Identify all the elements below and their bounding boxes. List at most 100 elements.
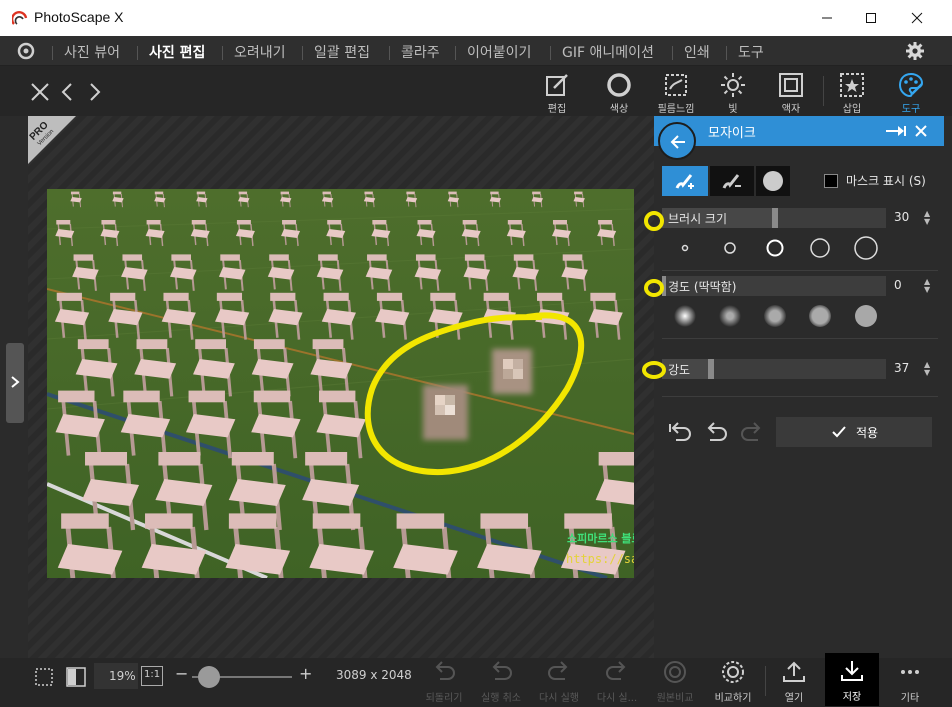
undo-icon bbox=[492, 661, 512, 680]
brush-size-presets[interactable] bbox=[669, 234, 899, 262]
revert-all-icon[interactable] bbox=[668, 422, 692, 442]
redo-all-icon bbox=[606, 661, 626, 680]
action-label: 저장 bbox=[842, 692, 862, 703]
zoom-slider-knob[interactable] bbox=[198, 666, 220, 688]
fill-circle-mode-button[interactable] bbox=[756, 166, 790, 196]
zoom-value: 19% bbox=[109, 669, 136, 683]
toolbar-separator bbox=[823, 76, 824, 106]
upload-open-icon bbox=[783, 661, 805, 682]
compare-original-button: 원본비교 bbox=[648, 660, 702, 704]
zoom-in-button[interactable]: + bbox=[299, 664, 312, 683]
mask-checkbox[interactable] bbox=[824, 174, 838, 188]
strength-value[interactable]: 37 bbox=[894, 361, 909, 375]
compare-button[interactable]: 비교하기 bbox=[706, 660, 760, 704]
hardness-presets[interactable] bbox=[669, 302, 899, 330]
zoom-field[interactable]: 19% bbox=[94, 663, 138, 689]
close-panel-icon[interactable] bbox=[914, 124, 928, 138]
menu-separator bbox=[302, 46, 303, 60]
settings-gear-icon[interactable] bbox=[905, 41, 925, 61]
undo-icon[interactable] bbox=[704, 422, 728, 442]
previous-photo-icon[interactable] bbox=[60, 82, 74, 102]
minimize-button[interactable] bbox=[804, 0, 850, 36]
editor-toolbar: 편집 색상 필름느낌 빛 액자 삽입 도구 bbox=[0, 66, 952, 116]
pro-version-badge: PRO Version bbox=[28, 116, 76, 164]
menu-separator bbox=[550, 46, 551, 60]
tool-frame[interactable]: 액자 bbox=[767, 70, 815, 115]
menu-gif-animation[interactable]: GIF 애니메이션 bbox=[562, 42, 654, 62]
brush-size-slider[interactable]: 브러시 크기 bbox=[662, 208, 886, 228]
download-save-icon bbox=[841, 661, 863, 681]
open-button[interactable]: 열기 bbox=[767, 660, 821, 704]
action-label: 다시 실행 bbox=[539, 693, 579, 704]
revert-icon bbox=[435, 661, 455, 680]
maximize-button[interactable] bbox=[848, 0, 894, 36]
menu-tools[interactable]: 도구 bbox=[738, 42, 764, 62]
strength-slider[interactable]: 강도 bbox=[662, 359, 886, 379]
tool-light[interactable]: 빛 bbox=[709, 70, 757, 115]
save-button[interactable]: 저장 bbox=[825, 653, 879, 706]
revert-button: 되돌리기 bbox=[417, 660, 471, 704]
brush-size-spinner[interactable]: ▲ ▼ bbox=[924, 210, 930, 226]
hardness-slider[interactable]: 경도 (딱딱함) bbox=[662, 276, 886, 296]
slider-knob[interactable] bbox=[708, 359, 714, 379]
brush-size-value[interactable]: 30 bbox=[894, 210, 909, 224]
apply-button[interactable]: 적용 bbox=[776, 417, 932, 447]
menu-photo-editor[interactable]: 사진 편집 bbox=[149, 42, 205, 62]
hardness-spinner[interactable]: ▲ ▼ bbox=[924, 278, 930, 294]
photoscape-home-icon[interactable] bbox=[16, 41, 36, 61]
tool-color[interactable]: 색상 bbox=[595, 70, 643, 115]
zoom-out-button[interactable]: − bbox=[175, 664, 188, 683]
menu-separator bbox=[455, 46, 456, 60]
brush-add-mode-button[interactable] bbox=[662, 166, 708, 196]
hardness-label: 경도 (딱딱함) bbox=[668, 280, 737, 294]
menu-collage[interactable]: 콜라주 bbox=[401, 42, 440, 62]
menu-print[interactable]: 인쇄 bbox=[684, 42, 710, 62]
hardness-value[interactable]: 0 bbox=[894, 278, 902, 292]
menu-combine[interactable]: 이어붙이기 bbox=[467, 42, 531, 62]
menu-separator bbox=[672, 46, 673, 60]
mask-label: 마스크 표시 (S) bbox=[846, 174, 926, 188]
tool-label: 빛 bbox=[728, 104, 738, 115]
action-label: 원본비교 bbox=[656, 693, 694, 704]
tool-label: 액자 bbox=[781, 104, 801, 115]
app-title: PhotoScape X bbox=[34, 9, 124, 25]
panel-header: 모자이크 bbox=[654, 116, 944, 160]
light-icon bbox=[721, 73, 745, 97]
more-button[interactable]: 기타 bbox=[883, 660, 937, 704]
tool-film[interactable]: 필름느낌 bbox=[652, 70, 700, 115]
tool-label: 도구 bbox=[901, 104, 921, 115]
compare-icon bbox=[722, 661, 744, 683]
close-window-button[interactable] bbox=[894, 0, 940, 36]
menu-photo-viewer[interactable]: 사진 뷰어 bbox=[64, 42, 120, 62]
actual-size-label: 1:1 bbox=[144, 669, 161, 680]
back-button[interactable] bbox=[658, 122, 696, 160]
menu-batch[interactable]: 일괄 편집 bbox=[314, 42, 370, 62]
menu-separator bbox=[137, 46, 138, 60]
left-panel-toggle[interactable] bbox=[6, 343, 24, 423]
actual-size-button[interactable]: 1:1 bbox=[141, 666, 163, 686]
action-label: 되돌리기 bbox=[425, 693, 463, 704]
action-label: 실행 취소 bbox=[481, 693, 521, 704]
menu-separator bbox=[52, 46, 53, 60]
frame-icon bbox=[779, 73, 803, 97]
tool-edit[interactable]: 편집 bbox=[533, 70, 581, 115]
menu-cut-out[interactable]: 오려내기 bbox=[234, 42, 286, 62]
tool-label: 필름느낌 bbox=[657, 104, 695, 115]
strength-spinner[interactable]: ▲ ▼ bbox=[924, 361, 930, 377]
split-view-icon[interactable] bbox=[65, 666, 87, 688]
football-field-chairs-photo: 소피마르소 블로그 https://saintone.tistory.com bbox=[47, 189, 634, 578]
pin-icon[interactable] bbox=[884, 124, 908, 138]
fit-screen-icon[interactable] bbox=[33, 666, 55, 688]
photo-image[interactable]: 소피마르소 블로그 https://saintone.tistory.com bbox=[47, 189, 634, 578]
slider-knob[interactable] bbox=[772, 208, 778, 228]
next-photo-icon[interactable] bbox=[88, 82, 102, 102]
redo-button: 다시 실행 bbox=[532, 660, 586, 704]
edit-icon bbox=[546, 74, 568, 96]
maximize-icon bbox=[866, 13, 876, 23]
brush-erase-mode-button[interactable] bbox=[710, 166, 754, 196]
close-photo-icon[interactable] bbox=[30, 82, 50, 102]
tool-tools[interactable]: 도구 bbox=[887, 70, 935, 115]
minimize-icon bbox=[822, 17, 832, 19]
tool-insert[interactable]: 삽입 bbox=[828, 70, 876, 115]
redo-icon bbox=[741, 422, 761, 441]
